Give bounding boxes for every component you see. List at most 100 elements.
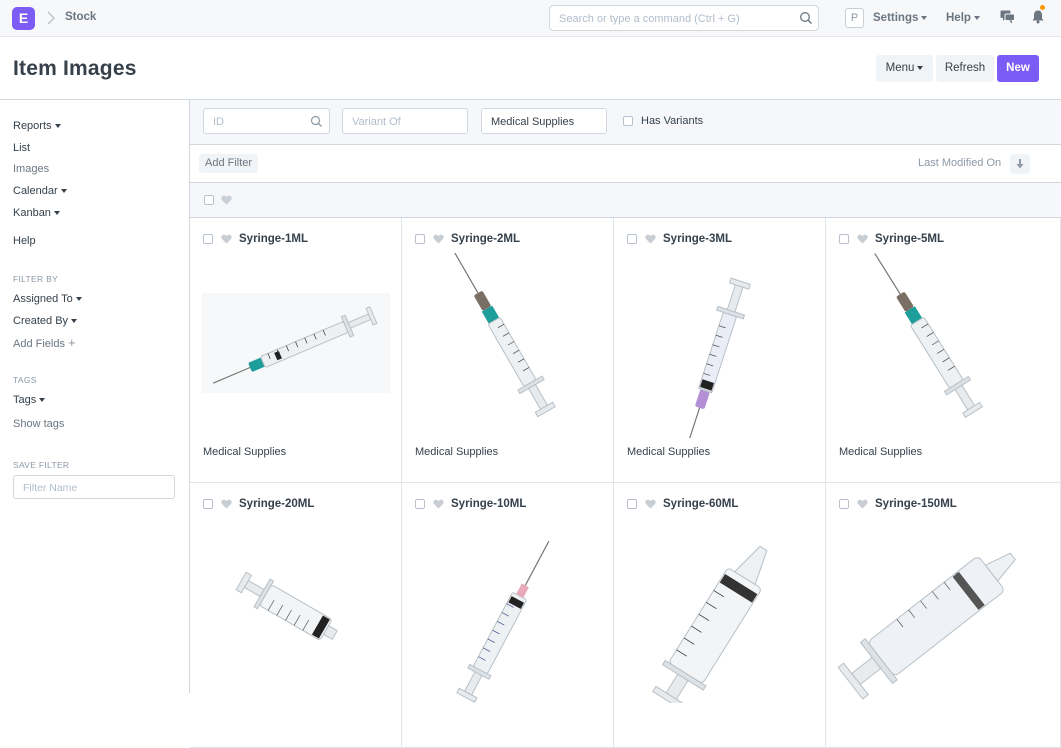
- item-title[interactable]: Syringe-5ML: [875, 233, 944, 245]
- heart-icon[interactable]: [221, 195, 232, 205]
- caret-down-icon: [917, 65, 924, 70]
- item-title[interactable]: Syringe-150ML: [875, 498, 957, 510]
- heart-icon[interactable]: [433, 234, 444, 244]
- has-variants-checkbox[interactable]: [623, 116, 633, 126]
- heart-icon[interactable]: [221, 234, 232, 244]
- syringe-image[interactable]: [198, 518, 394, 703]
- help-dropdown[interactable]: Help: [946, 12, 980, 24]
- syringe-image[interactable]: [198, 253, 394, 438]
- settings-label: Settings: [873, 12, 919, 24]
- item-card[interactable]: Syringe-20ML: [190, 483, 402, 748]
- avatar[interactable]: P: [845, 8, 864, 28]
- item-card[interactable]: Syringe-1ML Medical Supplies: [190, 218, 402, 483]
- sidebar-item-reports[interactable]: Reports: [13, 120, 61, 132]
- id-filter-input[interactable]: ID: [203, 108, 330, 134]
- show-tags-link[interactable]: Show tags: [13, 418, 64, 430]
- item-card[interactable]: Syringe-60ML: [614, 483, 826, 748]
- item-group-label: Medical Supplies: [415, 446, 499, 458]
- heart-icon[interactable]: [221, 499, 232, 509]
- syringe-image[interactable]: [410, 518, 606, 703]
- sidebar-item-calendar[interactable]: Calendar: [13, 185, 67, 197]
- heart-icon[interactable]: [857, 234, 868, 244]
- syringe-image[interactable]: [834, 518, 1030, 703]
- caret-down-icon: [39, 398, 46, 403]
- tags-dropdown[interactable]: Tags: [13, 394, 46, 406]
- caret-down-icon: [53, 211, 60, 216]
- navbar: E Stock Search or type a command (Ctrl +…: [0, 0, 1061, 37]
- item-checkbox[interactable]: [203, 234, 213, 244]
- add-fields-link[interactable]: Add Fields +: [13, 335, 76, 350]
- heart-icon[interactable]: [645, 499, 656, 509]
- item-card[interactable]: Syringe-3ML Medical Supplies: [614, 218, 826, 483]
- item-checkbox[interactable]: [203, 499, 213, 509]
- page-title: Item Images: [13, 57, 137, 80]
- sort-order-button[interactable]: [1010, 154, 1030, 174]
- save-filter-heading: SAVE FILTER: [13, 460, 70, 470]
- item-group-label: Medical Supplies: [627, 446, 711, 458]
- syringe-image[interactable]: [834, 253, 1030, 438]
- sidebar: Reports List Images Calendar Kanban Help…: [0, 100, 189, 693]
- heart-icon[interactable]: [645, 234, 656, 244]
- chat-icon[interactable]: [1000, 10, 1015, 24]
- select-all-checkbox[interactable]: [204, 195, 214, 205]
- new-button[interactable]: New: [997, 55, 1039, 82]
- breadcrumb-stock[interactable]: Stock: [65, 11, 96, 23]
- item-title[interactable]: Syringe-3ML: [663, 233, 732, 245]
- refresh-button[interactable]: Refresh: [936, 55, 994, 82]
- add-filter-button[interactable]: Add Filter: [199, 154, 259, 173]
- item-group-filter-input[interactable]: Medical Supplies: [481, 108, 607, 134]
- item-group-label: Medical Supplies: [203, 446, 287, 458]
- add-fields-label: Add Fields: [13, 338, 65, 350]
- has-variants-label: Has Variants: [641, 115, 704, 127]
- app-logo[interactable]: E: [12, 7, 35, 30]
- item-title[interactable]: Syringe-2ML: [451, 233, 520, 245]
- menu-button[interactable]: Menu: [876, 55, 933, 82]
- item-title[interactable]: Syringe-20ML: [239, 498, 314, 510]
- item-checkbox[interactable]: [415, 499, 425, 509]
- item-card[interactable]: Syringe-10ML: [402, 483, 614, 748]
- sidebar-item-label: Calendar: [13, 185, 58, 197]
- item-title[interactable]: Syringe-1ML: [239, 233, 308, 245]
- list-header-row: [190, 183, 1061, 218]
- filter-name-input[interactable]: Filter Name: [13, 475, 175, 499]
- search-placeholder: Search or type a command (Ctrl + G): [559, 13, 740, 25]
- item-checkbox[interactable]: [627, 499, 637, 509]
- heart-icon[interactable]: [857, 499, 868, 509]
- plus-icon: +: [67, 335, 76, 350]
- image-grid: Syringe-1ML Medical Supplies Syringe-2ML…: [190, 218, 1061, 748]
- created-by-filter[interactable]: Created By: [13, 315, 78, 327]
- sidebar-item-label: Kanban: [13, 207, 51, 219]
- sidebar-item-help[interactable]: Help: [13, 235, 36, 247]
- item-checkbox[interactable]: [627, 234, 637, 244]
- item-card[interactable]: Syringe-5ML Medical Supplies: [826, 218, 1061, 483]
- chevron-right-icon: [47, 11, 55, 25]
- syringe-image[interactable]: [622, 518, 818, 703]
- filter-sort-bar: Add Filter Last Modified On: [190, 145, 1061, 183]
- assigned-to-filter[interactable]: Assigned To: [13, 293, 82, 305]
- filter-by-heading: FILTER BY: [13, 274, 59, 284]
- caret-down-icon: [973, 15, 980, 20]
- variant-of-filter-input[interactable]: Variant Of: [342, 108, 468, 134]
- item-checkbox[interactable]: [839, 499, 849, 509]
- sort-by-selector[interactable]: Last Modified On: [918, 157, 1001, 169]
- sidebar-item-list[interactable]: List: [13, 142, 30, 154]
- item-checkbox[interactable]: [415, 234, 425, 244]
- search-icon: [310, 115, 322, 127]
- syringe-image[interactable]: [410, 253, 606, 438]
- settings-dropdown[interactable]: Settings: [873, 12, 928, 24]
- help-label: Help: [946, 12, 971, 24]
- caret-down-icon: [54, 124, 61, 129]
- item-card[interactable]: Syringe-2ML Medical Supplies: [402, 218, 614, 483]
- notification-bell-icon[interactable]: [1031, 9, 1045, 24]
- item-title[interactable]: Syringe-60ML: [663, 498, 738, 510]
- item-group-label: Medical Supplies: [839, 446, 923, 458]
- item-title[interactable]: Syringe-10ML: [451, 498, 526, 510]
- item-checkbox[interactable]: [839, 234, 849, 244]
- syringe-image[interactable]: [622, 253, 818, 438]
- heart-icon[interactable]: [433, 499, 444, 509]
- item-card[interactable]: Syringe-150ML: [826, 483, 1061, 748]
- page-head: Item Images Menu Refresh New: [0, 37, 1061, 100]
- sidebar-item-kanban[interactable]: Kanban: [13, 207, 60, 219]
- sidebar-item-images[interactable]: Images: [13, 163, 49, 175]
- search-input[interactable]: Search or type a command (Ctrl + G): [549, 5, 819, 31]
